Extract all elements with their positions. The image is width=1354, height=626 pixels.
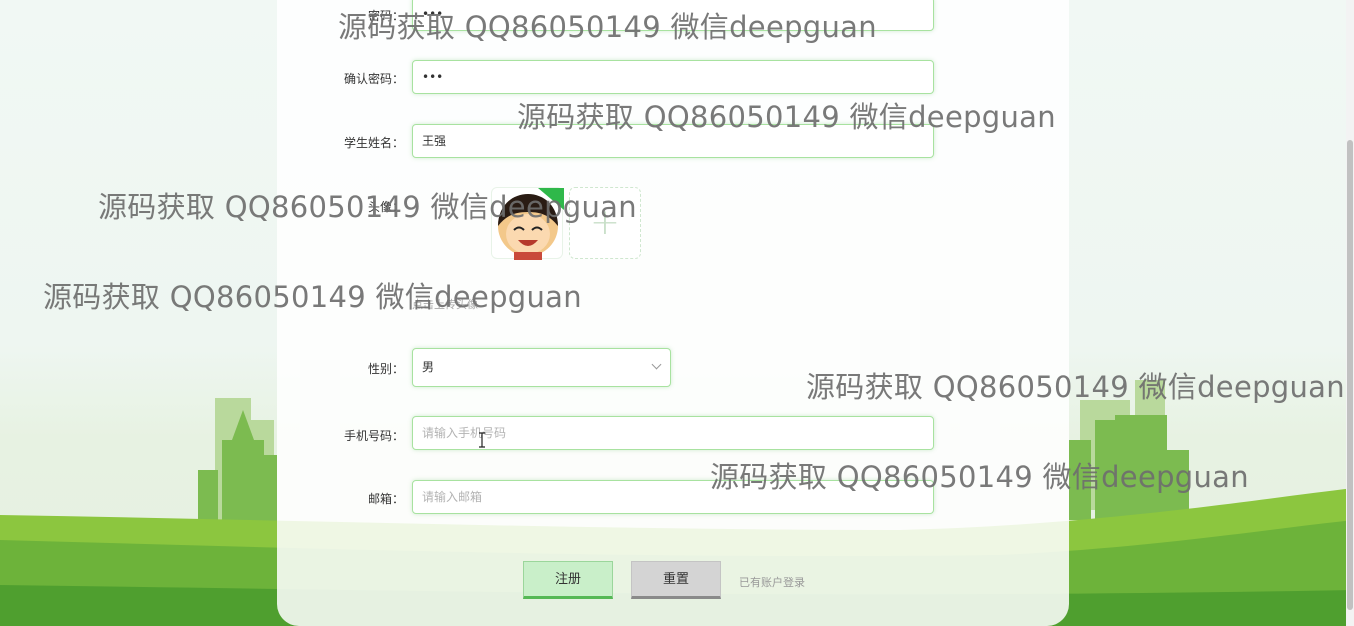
gender-select[interactable]: 男	[412, 348, 671, 387]
confirm-password-label: 确认密码：	[343, 72, 404, 86]
watermark-text: 源码获取 QQ86050149 微信deepguan	[98, 190, 637, 224]
reset-button[interactable]: 重置	[631, 561, 721, 599]
gender-label: 性别：	[367, 362, 404, 376]
register-button[interactable]: 注册	[523, 561, 613, 599]
phone-field[interactable]: 请输入手机号码	[412, 416, 934, 450]
chevron-down-icon	[651, 359, 662, 370]
student-name-label: 学生姓名：	[343, 136, 404, 150]
phone-label: 手机号码：	[343, 429, 404, 443]
watermark-text: 源码获取 QQ86050149 微信deepguan	[517, 100, 1056, 134]
confirm-password-field[interactable]: •••	[412, 60, 934, 94]
watermark-text: 源码获取 QQ86050149 微信deepguan	[806, 370, 1345, 404]
text-cursor-icon	[479, 432, 485, 448]
watermark-text: 源码获取 QQ86050149 微信deepguan	[710, 460, 1249, 494]
watermark-text: 源码获取 QQ86050149 微信deepguan	[338, 10, 877, 44]
watermark-text: 源码获取 QQ86050149 微信deepguan	[43, 280, 582, 314]
login-link[interactable]: 已有账户登录	[739, 574, 805, 590]
scrollbar-thumb[interactable]	[1347, 140, 1353, 610]
email-label: 邮箱：	[367, 492, 404, 506]
gender-value: 男	[422, 360, 435, 374]
